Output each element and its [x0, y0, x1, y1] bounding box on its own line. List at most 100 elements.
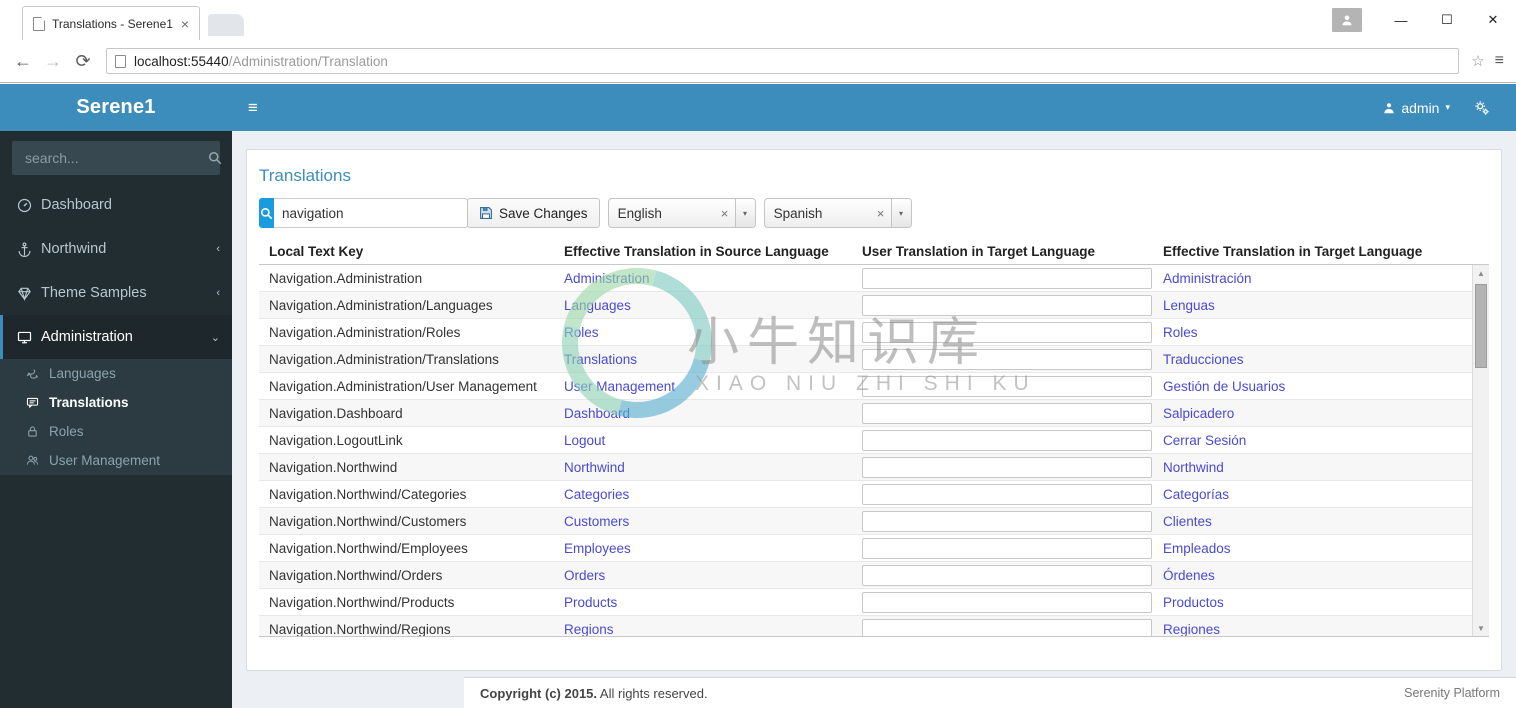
- sidebar-toggle-icon[interactable]: ≡: [248, 99, 258, 116]
- scroll-up-icon[interactable]: ▲: [1473, 265, 1489, 282]
- cell-user-translation: [857, 294, 1158, 316]
- user-translation-input[interactable]: [862, 429, 1152, 451]
- user-translation-input[interactable]: [862, 456, 1152, 478]
- table-row[interactable]: Navigation.Administration/User Managemen…: [259, 373, 1472, 400]
- cell-user-translation: [857, 348, 1158, 370]
- table-row[interactable]: Navigation.Administration/Translations Tr…: [259, 346, 1472, 373]
- sidebar-item-user-management[interactable]: User Management: [0, 446, 232, 475]
- search-icon[interactable]: [259, 198, 274, 228]
- user-translation-input[interactable]: [862, 375, 1152, 397]
- scrollbar-thumb[interactable]: [1475, 284, 1487, 368]
- cell-source-translation: Translations: [564, 351, 638, 367]
- table-row[interactable]: Navigation.Dashboard Dashboard Salpicadero: [259, 400, 1472, 427]
- save-changes-button[interactable]: Save Changes: [467, 198, 600, 228]
- sidebar-link-administration[interactable]: Administration ⌄: [0, 315, 232, 359]
- user-translation-input[interactable]: [862, 348, 1152, 370]
- user-translation-input[interactable]: [862, 294, 1152, 316]
- cell-local-text-key: Navigation.Administration: [269, 270, 423, 286]
- window-minimize-button[interactable]: —: [1378, 5, 1424, 35]
- user-translation-input[interactable]: [862, 510, 1152, 532]
- table-row[interactable]: Navigation.Northwind/Products Products Pro…: [259, 589, 1472, 616]
- cell-source-translation: Dashboard: [564, 405, 631, 421]
- cell-source-translation: Categories: [564, 486, 630, 502]
- table-row[interactable]: Navigation.Northwind/Customers Customers C…: [259, 508, 1472, 535]
- tab-close-icon[interactable]: ×: [177, 17, 193, 31]
- quick-search[interactable]: [259, 198, 468, 228]
- sidebar-item-languages[interactable]: Languages: [0, 359, 232, 388]
- sidebar-link-roles[interactable]: Roles: [0, 417, 232, 446]
- bookmark-star-icon[interactable]: ☆: [1471, 52, 1484, 70]
- grid-header-row: Local Text Key Effective Translation in …: [259, 238, 1489, 265]
- reload-icon[interactable]: ⟳: [68, 46, 98, 76]
- brand-logo[interactable]: Serene1: [0, 84, 232, 131]
- cell-source-translation: Employees: [564, 540, 631, 556]
- table-row[interactable]: Navigation.Administration/Languages Langu…: [259, 292, 1472, 319]
- cell-target-translation: Órdenes: [1163, 567, 1215, 583]
- floppy-icon: [479, 206, 493, 220]
- target-language-select[interactable]: Spanish × ▾: [763, 198, 912, 228]
- source-language-value: English: [617, 205, 662, 221]
- cell-source-translation: Northwind: [564, 459, 625, 475]
- window-close-button[interactable]: ✕: [1470, 5, 1516, 35]
- table-row[interactable]: Navigation.LogoutLink Logout Cerrar Sesión: [259, 427, 1472, 454]
- new-tab-button[interactable]: [208, 14, 244, 36]
- sidebar-item-theme-samples[interactable]: Theme Samples ‹: [0, 271, 232, 315]
- clear-icon[interactable]: ×: [871, 206, 891, 221]
- profile-avatar-icon[interactable]: [1332, 8, 1362, 32]
- column-header-target-translation[interactable]: Effective Translation in Target Language: [1158, 244, 1458, 259]
- chevron-down-icon[interactable]: ▾: [734, 199, 755, 227]
- sidebar-link-dashboard[interactable]: Dashboard: [0, 183, 232, 227]
- sidebar-link-user-management[interactable]: User Management: [0, 446, 232, 475]
- table-row[interactable]: Navigation.Northwind/Categories Categorie…: [259, 481, 1472, 508]
- chrome-menu-icon[interactable]: ≡: [1495, 52, 1504, 70]
- settings-menu[interactable]: [1462, 84, 1502, 131]
- column-header-user-translation[interactable]: User Translation in Target Language: [857, 244, 1158, 259]
- page-title: Translations: [259, 166, 351, 185]
- sidebar-item-roles[interactable]: Roles: [0, 417, 232, 446]
- user-translation-input[interactable]: [862, 483, 1152, 505]
- user-menu[interactable]: admin ▾: [1371, 84, 1462, 131]
- target-language-value: Spanish: [773, 205, 823, 221]
- chevron-down-icon[interactable]: ▾: [890, 199, 911, 227]
- forward-icon[interactable]: →: [38, 46, 68, 76]
- sidebar-search-input[interactable]: [23, 149, 208, 167]
- sidebar-link-northwind[interactable]: Northwind ‹: [0, 227, 232, 271]
- column-header-source-translation[interactable]: Effective Translation in Source Language: [559, 244, 857, 259]
- cell-user-translation: [857, 402, 1158, 424]
- sidebar-search[interactable]: [12, 141, 222, 175]
- source-language-select[interactable]: English × ▾: [607, 198, 756, 228]
- table-row[interactable]: Navigation.Northwind/Employees Employees E…: [259, 535, 1472, 562]
- user-translation-input[interactable]: [862, 537, 1152, 559]
- table-row[interactable]: Navigation.Northwind/Regions Regions Regio…: [259, 616, 1472, 636]
- sidebar-item-northwind[interactable]: Northwind ‹: [0, 227, 232, 271]
- sidebar-item-label: Languages: [49, 366, 116, 381]
- sidebar-link-languages[interactable]: Languages: [0, 359, 232, 388]
- user-translation-input[interactable]: [862, 618, 1152, 636]
- cell-local-text-key: Navigation.Dashboard: [269, 405, 403, 421]
- sidebar-link-theme-samples[interactable]: Theme Samples ‹: [0, 271, 232, 315]
- sidebar-item-dashboard[interactable]: Dashboard: [0, 183, 232, 227]
- sidebar-item-translations[interactable]: Translations: [0, 388, 232, 417]
- table-row[interactable]: Navigation.Administration Administration A…: [259, 265, 1472, 292]
- table-row[interactable]: Navigation.Administration/Roles Roles Role…: [259, 319, 1472, 346]
- chevron-down-icon: ⌄: [210, 331, 220, 344]
- sidebar-item-administration[interactable]: Administration ⌄ Languages Translations …: [0, 315, 232, 475]
- address-bar[interactable]: localhost:55440/Administration/Translati…: [106, 48, 1460, 74]
- back-icon[interactable]: ←: [8, 46, 38, 76]
- table-row[interactable]: Navigation.Northwind Northwind Northwind: [259, 454, 1472, 481]
- clear-icon[interactable]: ×: [715, 206, 735, 221]
- user-translation-input[interactable]: [862, 267, 1152, 289]
- grid-vertical-scrollbar[interactable]: ▲ ▼: [1472, 265, 1489, 636]
- sidebar-link-translations[interactable]: Translations: [0, 388, 232, 417]
- column-header-local-text-key[interactable]: Local Text Key: [259, 244, 559, 259]
- browser-tab[interactable]: Translations - Serene1 ×: [22, 6, 200, 40]
- quick-search-input[interactable]: [274, 198, 468, 228]
- user-translation-input[interactable]: [862, 564, 1152, 586]
- table-row[interactable]: Navigation.Northwind/Orders Orders Órdenes: [259, 562, 1472, 589]
- user-translation-input[interactable]: [862, 402, 1152, 424]
- user-translation-input[interactable]: [862, 321, 1152, 343]
- scroll-down-icon[interactable]: ▼: [1473, 620, 1489, 636]
- search-icon[interactable]: [208, 151, 222, 165]
- window-maximize-button[interactable]: ☐: [1424, 5, 1470, 35]
- user-translation-input[interactable]: [862, 591, 1152, 613]
